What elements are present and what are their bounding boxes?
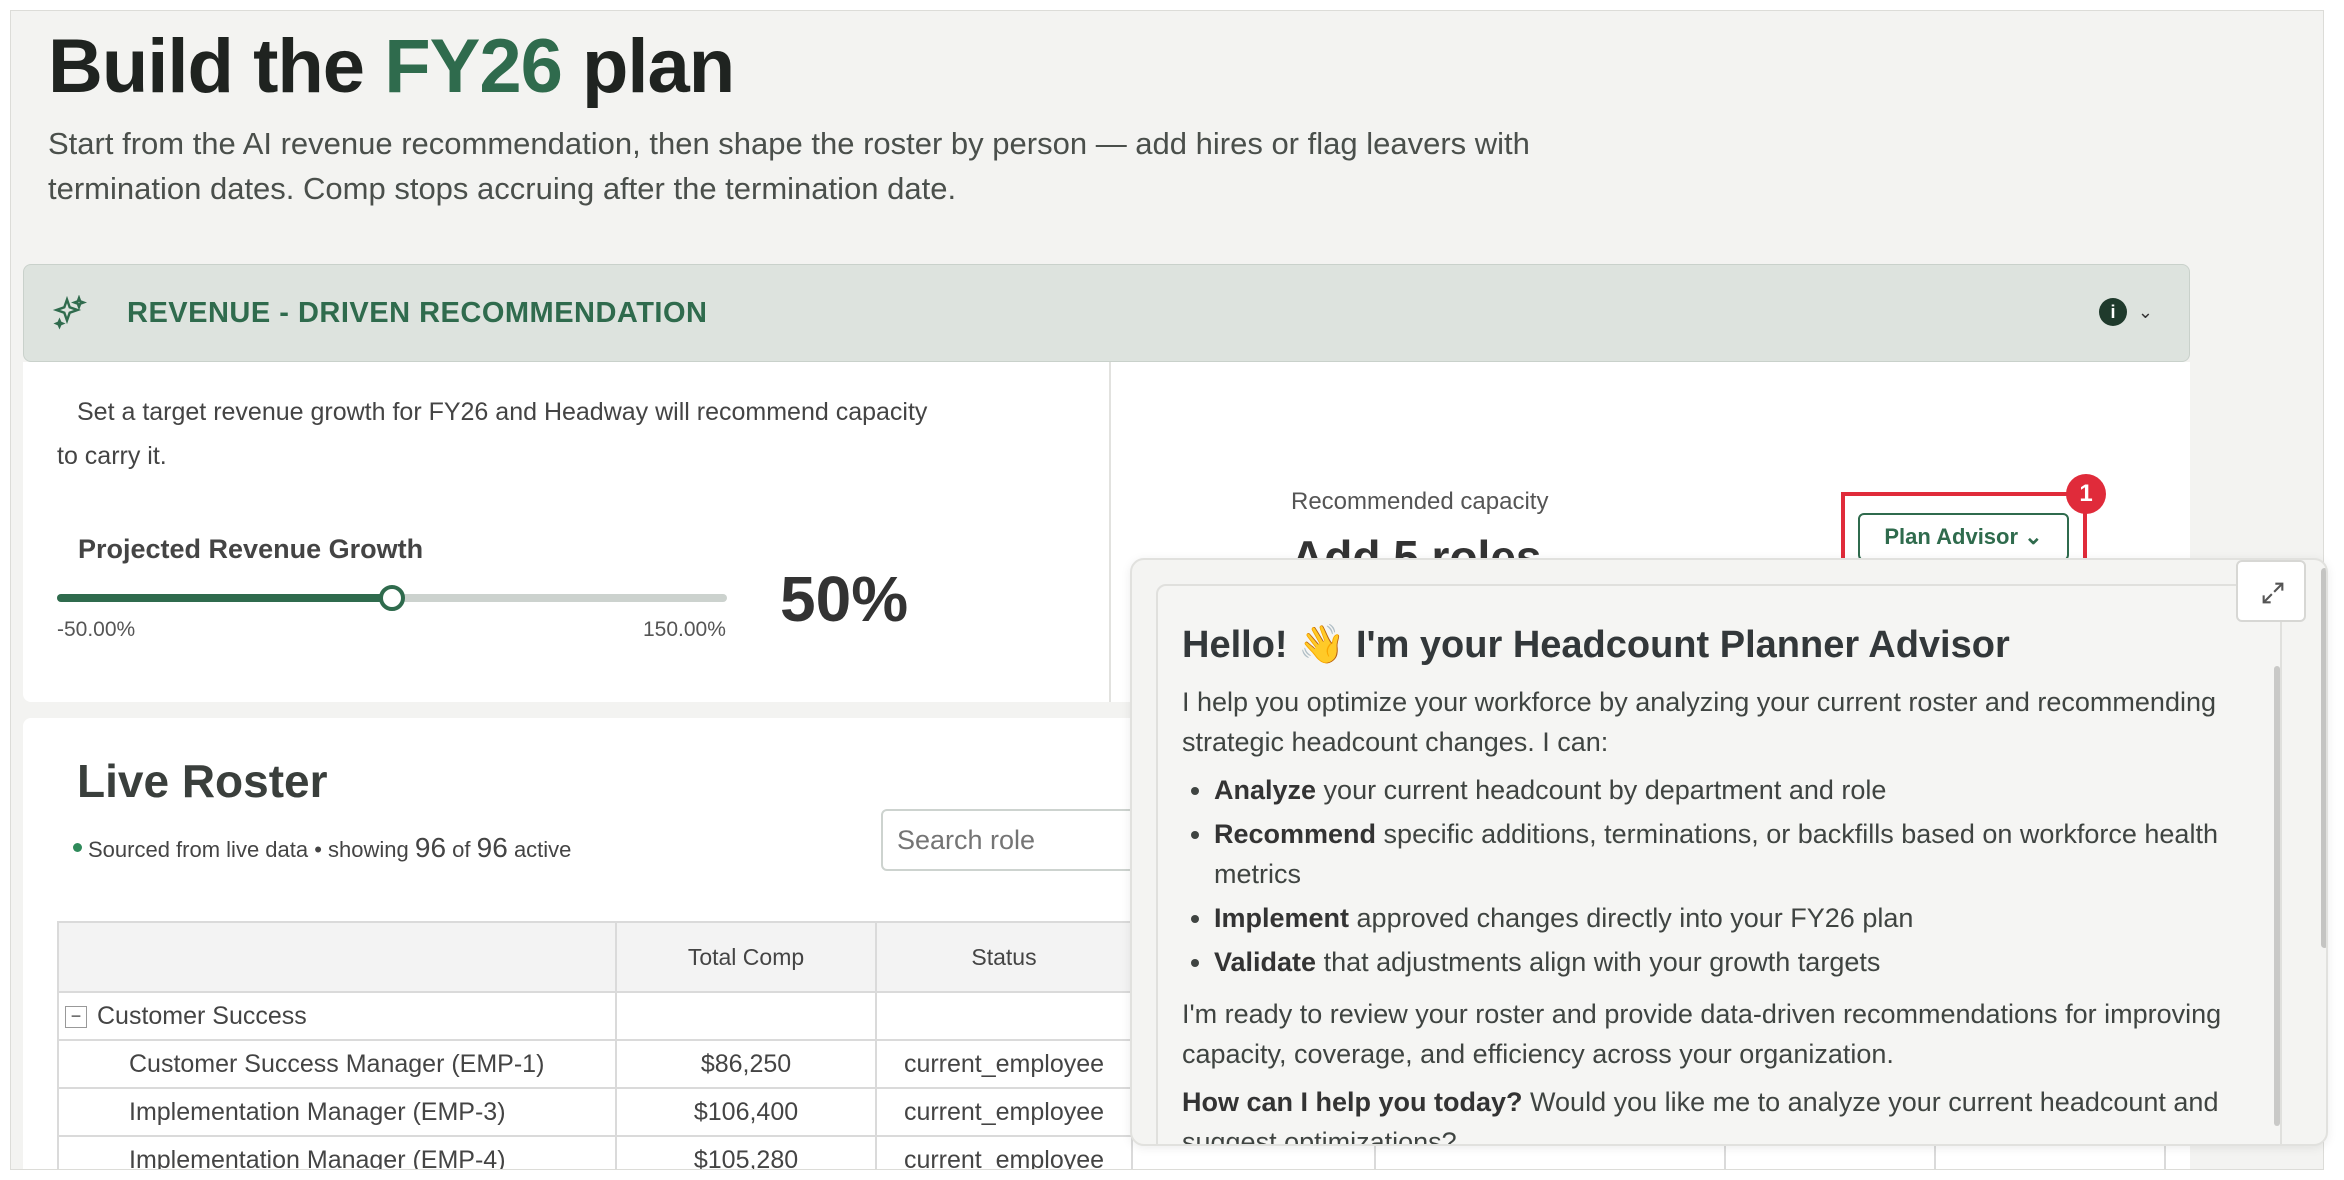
slider-value: 50% xyxy=(780,563,909,635)
recommendation-description: Set a target revenue growth for FY26 and… xyxy=(57,398,928,470)
recommendation-banner[interactable]: REVENUE - DRIVEN RECOMMENDATION i ⌄ xyxy=(23,264,2190,362)
title-prefix: Build the xyxy=(48,24,385,109)
sparkle-icon xyxy=(52,295,88,330)
chat-question: How can I help you today? Would you like… xyxy=(1182,1087,2219,1146)
panel-scrollbar[interactable] xyxy=(2321,568,2326,948)
revenue-growth-slider[interactable] xyxy=(57,585,727,611)
comp-cell: $105,280 xyxy=(615,1135,877,1169)
title-suffix: plan xyxy=(561,24,735,109)
comp-cell: $86,250 xyxy=(615,1039,877,1089)
title-accent: FY26 xyxy=(384,24,563,109)
plan-advisor-panel: Hello! 👋 I'm your Headcount Planner Advi… xyxy=(1130,558,2328,1146)
column-header[interactable]: Status xyxy=(875,921,1133,993)
capability-list: Analyze your current headcount by depart… xyxy=(1214,770,2272,982)
collapse-icon[interactable]: − xyxy=(65,1005,87,1028)
live-dot-icon xyxy=(73,842,82,852)
status-cell: current_employee xyxy=(875,1087,1133,1137)
page-subtitle: Start from the AI revenue recommendation… xyxy=(48,126,1530,206)
list-item: Implement approved changes directly into… xyxy=(1214,898,2272,938)
info-icon[interactable]: i xyxy=(2099,298,2127,326)
role-cell: Implementation Manager (EMP-4) xyxy=(57,1135,617,1169)
shown-count: 96 xyxy=(414,832,447,863)
chat-content: Hello! 👋 I'm your Headcount Planner Advi… xyxy=(1182,620,2272,1146)
chat-scrollbar[interactable] xyxy=(2274,666,2280,1126)
chat-message-card: Hello! 👋 I'm your Headcount Planner Advi… xyxy=(1156,584,2282,1146)
slider-thumb[interactable] xyxy=(379,585,405,611)
roster-title: Live Roster xyxy=(77,755,328,807)
capacity-label: Recommended capacity xyxy=(1291,488,1549,515)
chat-heading: Hello! 👋 I'm your Headcount Planner Advi… xyxy=(1182,624,2010,666)
source-label: Sourced from live data xyxy=(88,837,309,862)
list-item: Analyze your current headcount by depart… xyxy=(1214,770,2272,810)
banner-label: REVENUE - DRIVEN RECOMMENDATION xyxy=(127,297,708,329)
chat-ready: I'm ready to review your roster and prov… xyxy=(1182,999,2222,1069)
plan-advisor-label: Plan Advisor xyxy=(1884,524,2019,549)
revenue-growth-panel: Set a target revenue growth for FY26 and… xyxy=(23,362,1111,702)
column-header[interactable]: Total Comp xyxy=(615,921,877,993)
chat-intro: I help you optimize your workforce by an… xyxy=(1182,687,2216,757)
roster-meta: Sourced from live data • showing 96 of 9… xyxy=(73,832,571,864)
step-badge: 1 xyxy=(2066,474,2106,514)
slider-max-label: 150.00% xyxy=(643,618,726,641)
page-title: Build the FY26 plan xyxy=(48,23,735,110)
chevron-down-icon[interactable]: ⌄ xyxy=(2138,302,2153,323)
group-label: Customer Success xyxy=(97,1001,307,1030)
chevron-down-icon: ⌄ xyxy=(2024,524,2043,549)
table-cell xyxy=(875,991,1133,1041)
role-cell: Implementation Manager (EMP-3) xyxy=(57,1087,617,1137)
slider-fill xyxy=(57,594,392,602)
active-label: active xyxy=(513,837,572,862)
slider-label: Projected Revenue Growth xyxy=(78,534,424,564)
slider-min-label: -50.00% xyxy=(57,618,136,641)
expand-button[interactable] xyxy=(2236,560,2306,622)
table-cell xyxy=(615,991,877,1041)
list-item: Recommend specific additions, terminatio… xyxy=(1214,814,2272,894)
of-label: of xyxy=(452,837,471,862)
comp-cell: $106,400 xyxy=(615,1087,877,1137)
showing-prefix: • showing xyxy=(314,837,409,862)
column-header[interactable] xyxy=(57,921,617,993)
status-cell: current_employee xyxy=(875,1039,1133,1089)
plan-advisor-button[interactable]: Plan Advisor ⌄ xyxy=(1858,513,2069,561)
role-cell: Customer Success Manager (EMP-1) xyxy=(57,1039,617,1089)
expand-icon xyxy=(2262,582,2284,604)
list-item: Validate that adjustments align with you… xyxy=(1214,942,2272,982)
status-cell: current_employee xyxy=(875,1135,1133,1169)
group-cell: − Customer Success xyxy=(57,991,617,1041)
total-count: 96 xyxy=(476,832,508,863)
